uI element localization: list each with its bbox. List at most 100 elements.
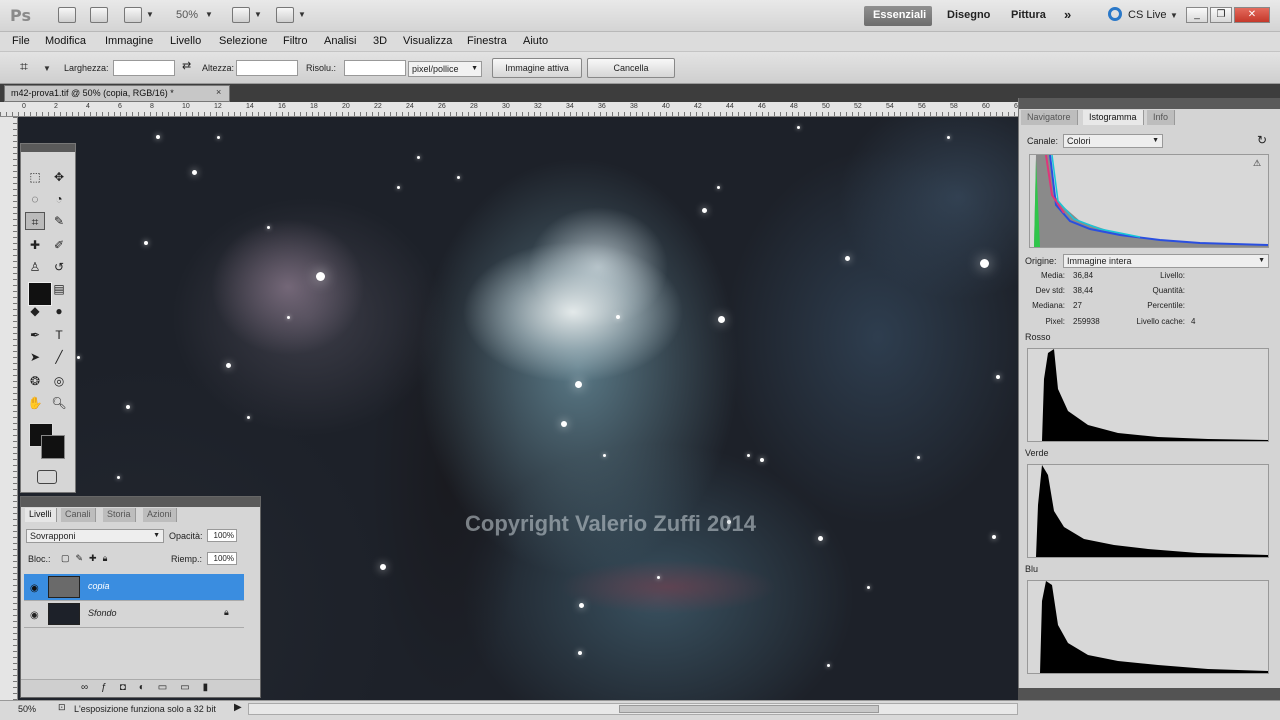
layer-name[interactable]: Sfondo xyxy=(88,608,117,618)
dodge-icon[interactable]: ● xyxy=(49,302,69,320)
tab-canali[interactable]: Canali xyxy=(61,508,96,522)
layers-panel-header[interactable] xyxy=(21,497,260,507)
cs-live-label[interactable]: CS Live xyxy=(1128,9,1167,21)
workspace-design-button[interactable]: Disegno xyxy=(938,6,999,26)
background-color-swatch[interactable] xyxy=(41,435,65,459)
close-button[interactable]: ✕ xyxy=(1234,7,1270,23)
close-icon[interactable]: × xyxy=(216,87,221,97)
tab-azioni[interactable]: Azioni xyxy=(143,508,177,522)
horizontal-scrollbar[interactable] xyxy=(248,703,1018,715)
chevron-down-icon[interactable]: ▼ xyxy=(146,10,154,19)
chevron-down-icon[interactable]: ▼ xyxy=(43,64,51,73)
restore-button[interactable]: ❐ xyxy=(1210,7,1232,23)
width-field[interactable] xyxy=(113,60,175,76)
ruler-number: 10 xyxy=(182,103,190,110)
brush-icon[interactable]: ✐ xyxy=(49,236,69,254)
blend-mode-select[interactable]: Sovrapponi ▼ xyxy=(26,529,164,543)
tools-panel-header[interactable] xyxy=(21,144,75,152)
path-selection-icon[interactable]: ➤ xyxy=(25,348,45,366)
pen-icon[interactable]: ✒ xyxy=(25,326,45,344)
chevron-down-icon[interactable]: ▼ xyxy=(205,10,213,19)
resolution-field[interactable] xyxy=(344,60,406,76)
screen-mode-icon[interactable] xyxy=(276,7,294,23)
bridge-icon[interactable] xyxy=(58,7,76,23)
menu-3d[interactable]: 3D xyxy=(373,35,387,47)
chevron-down-icon[interactable]: ▼ xyxy=(254,10,262,19)
right-panel-header[interactable] xyxy=(1019,98,1280,109)
status-zoom[interactable]: 50% xyxy=(18,704,36,714)
lock-icons[interactable]: ▢✎✚🔒︎ xyxy=(61,553,113,564)
arrange-documents-icon[interactable] xyxy=(232,7,250,23)
line-tool-icon[interactable]: ╱ xyxy=(49,348,69,366)
layer-actions-icons[interactable]: ∞ƒ◘◐▭▭▮ xyxy=(81,682,221,693)
fill-field[interactable]: 100% xyxy=(207,552,237,565)
tab-info[interactable]: Info xyxy=(1147,110,1176,125)
foreground-color[interactable] xyxy=(28,282,52,306)
quick-selection-icon[interactable]: ◔ xyxy=(49,190,69,208)
stat-mean-value: 36,84 xyxy=(1073,271,1094,280)
star xyxy=(156,135,160,139)
refresh-icon[interactable]: ↻ xyxy=(1257,133,1267,147)
chevron-down-icon[interactable]: ▼ xyxy=(298,10,306,19)
menu-finestra[interactable]: Finestra xyxy=(467,35,507,47)
workspace-essentials-button[interactable]: Essenziali xyxy=(864,6,932,26)
visibility-eye-icon[interactable]: ◉ xyxy=(30,583,39,594)
move-tool-icon[interactable]: ✥ xyxy=(49,168,69,186)
front-image-button[interactable]: Immagine attiva xyxy=(492,58,582,78)
tab-storia[interactable]: Storia xyxy=(103,508,136,522)
workspace-painting-button[interactable]: Pittura xyxy=(1002,6,1055,26)
star xyxy=(561,421,567,427)
height-field[interactable] xyxy=(236,60,298,76)
opacity-field[interactable]: 100% xyxy=(207,529,237,542)
layer-name[interactable]: copia xyxy=(88,581,110,591)
menu-filtro[interactable]: Filtro xyxy=(283,35,307,47)
layer-row-copia[interactable]: ◉ copia xyxy=(24,574,244,601)
menu-analisi[interactable]: Analisi xyxy=(324,35,356,47)
zoom-tool-icon[interactable]: 🔍︎ xyxy=(49,394,69,412)
lasso-tool-icon[interactable]: ◌ xyxy=(25,190,45,208)
minimize-button[interactable]: _ xyxy=(1186,7,1208,23)
cs-live-icon[interactable] xyxy=(1108,7,1122,21)
3d-rotate-icon[interactable]: ❂ xyxy=(25,372,45,390)
crop-tool-icon[interactable]: ⌗ xyxy=(20,58,28,75)
visibility-eye-icon[interactable]: ◉ xyxy=(30,610,39,621)
menu-modifica[interactable]: Modifica xyxy=(45,35,86,47)
menu-file[interactable]: File xyxy=(12,35,30,47)
marquee-tool-icon[interactable]: ⬚ xyxy=(25,168,45,186)
vertical-ruler[interactable] xyxy=(0,117,18,700)
menu-selezione[interactable]: Selezione xyxy=(219,35,267,47)
menu-immagine[interactable]: Immagine xyxy=(105,35,153,47)
crop-tool-icon[interactable]: ⌗ xyxy=(25,212,45,230)
3d-orbit-icon[interactable]: ◎ xyxy=(49,372,69,390)
view-extras-icon[interactable] xyxy=(124,7,142,23)
menu-livello[interactable]: Livello xyxy=(170,35,201,47)
layer-row-sfondo[interactable]: ◉ Sfondo 🔒︎ xyxy=(24,601,244,628)
zoom-level[interactable]: 50% xyxy=(176,9,198,21)
minibridge-icon[interactable] xyxy=(90,7,108,23)
scrollbar-thumb[interactable] xyxy=(619,705,879,713)
quick-mask-icon[interactable] xyxy=(37,470,57,484)
menu-visualizza[interactable]: Visualizza xyxy=(403,35,452,47)
eyedropper-icon[interactable]: ✎ xyxy=(49,212,69,230)
tab-istogramma[interactable]: Istogramma xyxy=(1083,110,1144,125)
hand-tool-icon[interactable]: ✋ xyxy=(25,394,45,412)
more-workspaces-icon[interactable]: » xyxy=(1064,7,1071,22)
channel-red-label: Rosso xyxy=(1025,332,1051,342)
tab-livelli[interactable]: Livelli xyxy=(25,508,57,522)
source-select[interactable]: Immagine intera ▼ xyxy=(1063,254,1269,268)
unit-select[interactable]: pixel/pollice ▼ xyxy=(408,61,482,77)
healing-brush-icon[interactable]: ✚ xyxy=(25,236,45,254)
clone-stamp-icon[interactable]: ♙ xyxy=(25,258,45,276)
clear-button[interactable]: Cancella xyxy=(587,58,675,78)
type-tool-icon[interactable]: T xyxy=(49,326,69,344)
swap-icon[interactable]: ⇄ xyxy=(182,59,191,72)
menu-aiuto[interactable]: Aiuto xyxy=(523,35,548,47)
status-menu-arrow-icon[interactable]: ▶ xyxy=(234,702,242,713)
source-label: Origine: xyxy=(1025,256,1057,266)
document-tab[interactable]: m42-prova1.tif @ 50% (copia, RGB/16) * xyxy=(4,85,230,102)
history-brush-icon[interactable]: ↺ xyxy=(49,258,69,276)
chevron-down-icon[interactable]: ▼ xyxy=(1170,11,1178,20)
gradient-icon[interactable]: ▤ xyxy=(49,280,69,298)
channel-select[interactable]: Colori ▼ xyxy=(1063,134,1163,148)
tab-navigatore[interactable]: Navigatore xyxy=(1021,110,1078,125)
